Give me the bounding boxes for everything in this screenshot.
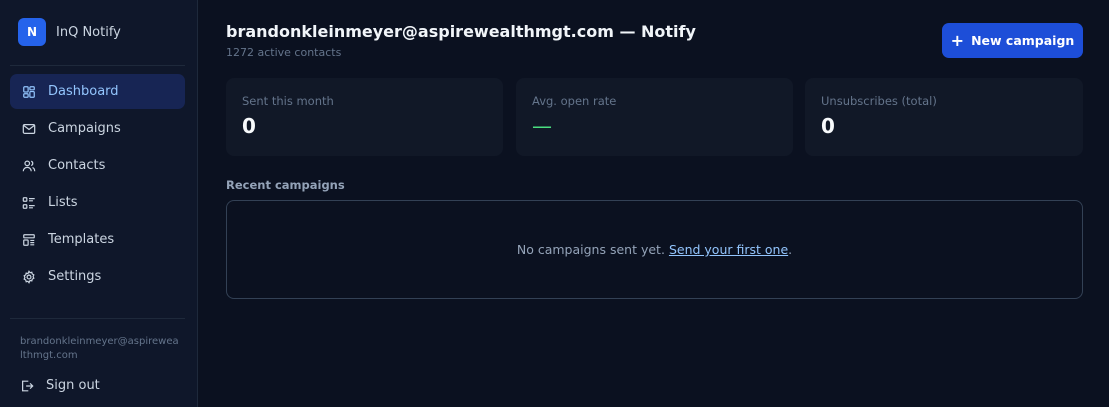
stat-label: Unsubscribes (total) xyxy=(821,94,937,108)
mail-icon xyxy=(21,121,37,137)
sidebar-item-label: Contacts xyxy=(48,158,106,173)
sidebar-divider xyxy=(10,318,185,319)
recent-campaigns-empty-state: No campaigns sent yet. Send your first o… xyxy=(226,200,1083,299)
sign-out-button[interactable]: Sign out xyxy=(20,378,100,393)
sidebar-item-templates[interactable]: Templates xyxy=(10,222,185,257)
sidebar-item-campaigns[interactable]: Campaigns xyxy=(10,111,185,146)
sidebar-item-lists[interactable]: Lists xyxy=(10,185,185,220)
stat-label: Sent this month xyxy=(242,94,334,108)
plus-icon: + xyxy=(950,30,965,50)
sidebar-item-settings[interactable]: Settings xyxy=(10,259,185,294)
user-email: brandonkleinmeyer@aspirewealthmgt.com xyxy=(20,336,179,361)
stat-value: — xyxy=(532,114,552,138)
brand-logo: N xyxy=(18,18,46,46)
brand[interactable]: N InQ Notify xyxy=(18,18,121,46)
empty-state-suffix: . xyxy=(788,242,793,257)
stat-value: 0 xyxy=(821,114,835,138)
sidebar-divider xyxy=(10,65,185,66)
sidebar: N InQ Notify Dashboard Campaigns Contact… xyxy=(0,0,198,407)
sidebar-item-label: Templates xyxy=(48,232,115,247)
list-icon xyxy=(21,195,37,211)
section-title: Recent campaigns xyxy=(226,178,345,192)
brand-name: InQ Notify xyxy=(56,24,121,40)
sidebar-item-label: Lists xyxy=(48,195,78,210)
sign-out-icon xyxy=(22,380,34,391)
sidebar-item-label: Settings xyxy=(48,269,102,284)
gear-icon xyxy=(21,269,37,285)
stat-value: 0 xyxy=(242,114,256,138)
main-content: brandonkleinmeyer@aspirewealthmgt.com — … xyxy=(226,0,1083,407)
stat-card-unsubscribes: Unsubscribes (total) 0 xyxy=(805,78,1083,156)
sidebar-item-dashboard[interactable]: Dashboard xyxy=(10,74,185,109)
contact-count: 1272 active contacts xyxy=(226,46,342,59)
page-title: brandonkleinmeyer@aspirewealthmgt.com — … xyxy=(226,22,696,41)
sign-out-label: Sign out xyxy=(46,378,100,393)
new-campaign-button[interactable]: + New campaign xyxy=(942,23,1083,58)
stat-label: Avg. open rate xyxy=(532,94,617,108)
stat-card-sent: Sent this month 0 xyxy=(226,78,503,156)
stat-card-open-rate: Avg. open rate — xyxy=(516,78,793,156)
template-icon xyxy=(21,232,37,248)
dashboard-icon xyxy=(21,84,37,100)
sidebar-item-contacts[interactable]: Contacts xyxy=(10,148,185,183)
users-icon xyxy=(21,158,37,174)
sidebar-item-label: Dashboard xyxy=(48,84,119,99)
sidebar-item-label: Campaigns xyxy=(48,121,121,136)
send-first-campaign-link[interactable]: Send your first one xyxy=(669,242,788,257)
new-campaign-label: New campaign xyxy=(971,33,1075,48)
empty-state-text: No campaigns sent yet. xyxy=(516,242,665,257)
sidebar-nav: Dashboard Campaigns Contacts Lists Templ… xyxy=(10,74,185,296)
